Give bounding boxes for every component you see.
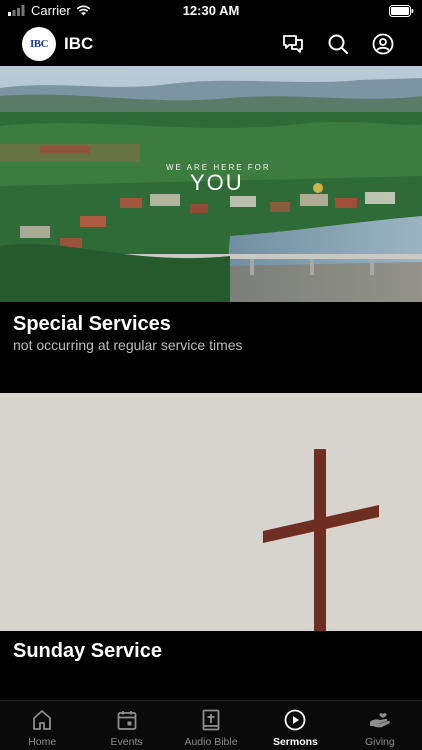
tab-sermons[interactable]: Sermons xyxy=(253,701,337,750)
status-bar: Carrier 12:30 AM xyxy=(0,0,422,22)
sermon-series-card-special-services[interactable]: WE ARE HERE FOR YOU Special Services not… xyxy=(0,66,422,393)
series-subtitle: not occurring at regular service times xyxy=(13,337,243,353)
series-image-cross xyxy=(0,393,422,631)
series-title: Sunday Service xyxy=(13,640,162,662)
tab-label: Giving xyxy=(364,736,395,748)
sermon-series-card-sunday-service[interactable]: Sunday Service xyxy=(0,393,422,700)
tab-bar: Home Events Audio Bible Sermons Giving xyxy=(0,700,422,750)
tab-giving[interactable]: Giving xyxy=(338,701,422,750)
search-icon[interactable] xyxy=(326,32,350,56)
app-title: IBC xyxy=(64,34,94,53)
cross-icon xyxy=(0,393,422,631)
tab-label: Home xyxy=(28,736,57,748)
tab-label: Audio Bible xyxy=(184,736,238,748)
chat-icon[interactable] xyxy=(281,32,305,56)
tab-label: Events xyxy=(110,736,143,748)
home-icon xyxy=(33,710,52,730)
tab-label: Sermons xyxy=(272,736,318,748)
battery-icon xyxy=(389,4,414,22)
series-title: Special Services xyxy=(13,313,171,335)
bible-icon xyxy=(202,709,220,731)
calendar-icon xyxy=(117,711,137,730)
tab-events[interactable]: Events xyxy=(84,701,168,750)
logo-text: IBC xyxy=(29,38,49,50)
image-overlay-caption-large: YOU xyxy=(190,170,244,195)
tab-home[interactable]: Home xyxy=(0,701,84,750)
series-image-town: WE ARE HERE FOR YOU xyxy=(0,66,422,302)
profile-icon[interactable] xyxy=(371,32,395,56)
status-time: 12:30 AM xyxy=(182,3,240,18)
church-logo[interactable]: IBC xyxy=(22,27,56,61)
app-header: IBC IBC xyxy=(0,22,422,66)
giving-hand-icon xyxy=(369,713,390,728)
play-circle-icon xyxy=(285,709,306,731)
tab-audio-bible[interactable]: Audio Bible xyxy=(169,701,253,750)
